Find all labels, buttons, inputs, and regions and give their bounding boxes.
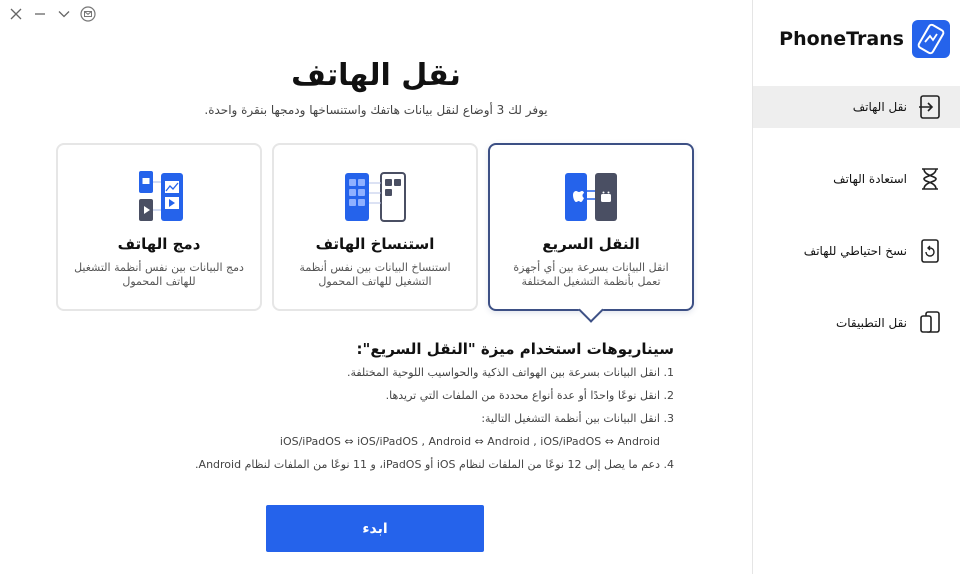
backup-icon [917,238,943,264]
selected-pointer [578,297,604,323]
sidebar-item-label: استعادة الهاتف [833,172,907,186]
card-title: دمج الهاتف [117,235,201,253]
phone-merge-illustration [58,169,260,225]
page-subtitle: يوفر لك 3 أوضاع لنقل بيانات هاتفك واستنس… [204,103,548,117]
card-title: استنساخ الهاتف [315,235,435,253]
phonetrans-logo-icon [912,20,950,58]
scenarios-list: 1. انقل البيانات بسرعة بين الهواتف الذكي… [114,366,674,481]
card-quick-transfer[interactable]: النقل السريع انقل البيانات بسرعة بين أي … [488,143,694,323]
app-transfer-icon [917,310,943,336]
card-description: استنساخ البيانات بين نفس أنظمة التشغيل ل… [299,261,451,288]
sidebar: PhoneTrans نقل الهاتف استعادة الهاتف نسخ… [752,0,960,574]
sidebar-item-app-transfer[interactable]: نقل التطبيقات [753,302,960,344]
sidebar-item-label: نقل التطبيقات [835,316,907,330]
card-description: انقل البيانات بسرعة بين أي أجهزة تعمل بأ… [513,261,669,288]
brand: PhoneTrans [779,20,950,58]
phone-clone-illustration [274,169,476,225]
scenarios-title: سيناريوهات استخدام ميزة "النقل السريع": [356,340,674,358]
scenario-item: 2. انقل نوعًا واحدًا أو عدة أنواع محددة … [385,389,674,402]
sidebar-item-phone-backup[interactable]: نسخ احتياطي للهاتف [753,230,960,272]
scenario-item: 1. انقل البيانات بسرعة بين الهواتف الذكي… [346,366,674,379]
sidebar-item-phone-transfer[interactable]: نقل الهاتف [753,86,960,128]
hourglass-icon [917,166,943,192]
scenario-item: 3. انقل البيانات بين أنظمة التشغيل التال… [481,412,674,425]
main-panel: نقل الهاتف يوفر لك 3 أوضاع لنقل بيانات ه… [0,0,752,574]
sidebar-item-label: نقل الهاتف [852,100,907,114]
scenario-item: 4. دعم ما يصل إلى 12 نوعًا من الملفات لن… [195,458,674,471]
card-phone-clone[interactable]: استنساخ الهاتف استنساخ البيانات بين نفس … [272,143,478,311]
scenario-os-pairs: iOS/iPadOS ⇔ iOS/iPadOS , Android ⇔ Andr… [279,435,660,448]
sidebar-item-label: نسخ احتياطي للهاتف [803,244,907,258]
card-description: دمج البيانات بين نفس أنظمة التشغيل للهات… [74,261,244,288]
card-title: النقل السريع [542,235,640,253]
phone-transfer-icon [917,94,943,120]
sidebar-nav: نقل الهاتف استعادة الهاتف نسخ احتياطي لل… [753,86,960,374]
card-phone-merge[interactable]: دمج الهاتف دمج البيانات بين نفس أنظمة ال… [56,143,262,311]
quick-transfer-illustration [490,169,692,225]
start-button[interactable]: ابدء [266,505,484,552]
brand-name: PhoneTrans [779,28,904,50]
sidebar-item-phone-restore[interactable]: استعادة الهاتف [753,158,960,200]
page-title: نقل الهاتف [291,58,461,93]
mode-cards: النقل السريع انقل البيانات بسرعة بين أي … [56,143,694,323]
